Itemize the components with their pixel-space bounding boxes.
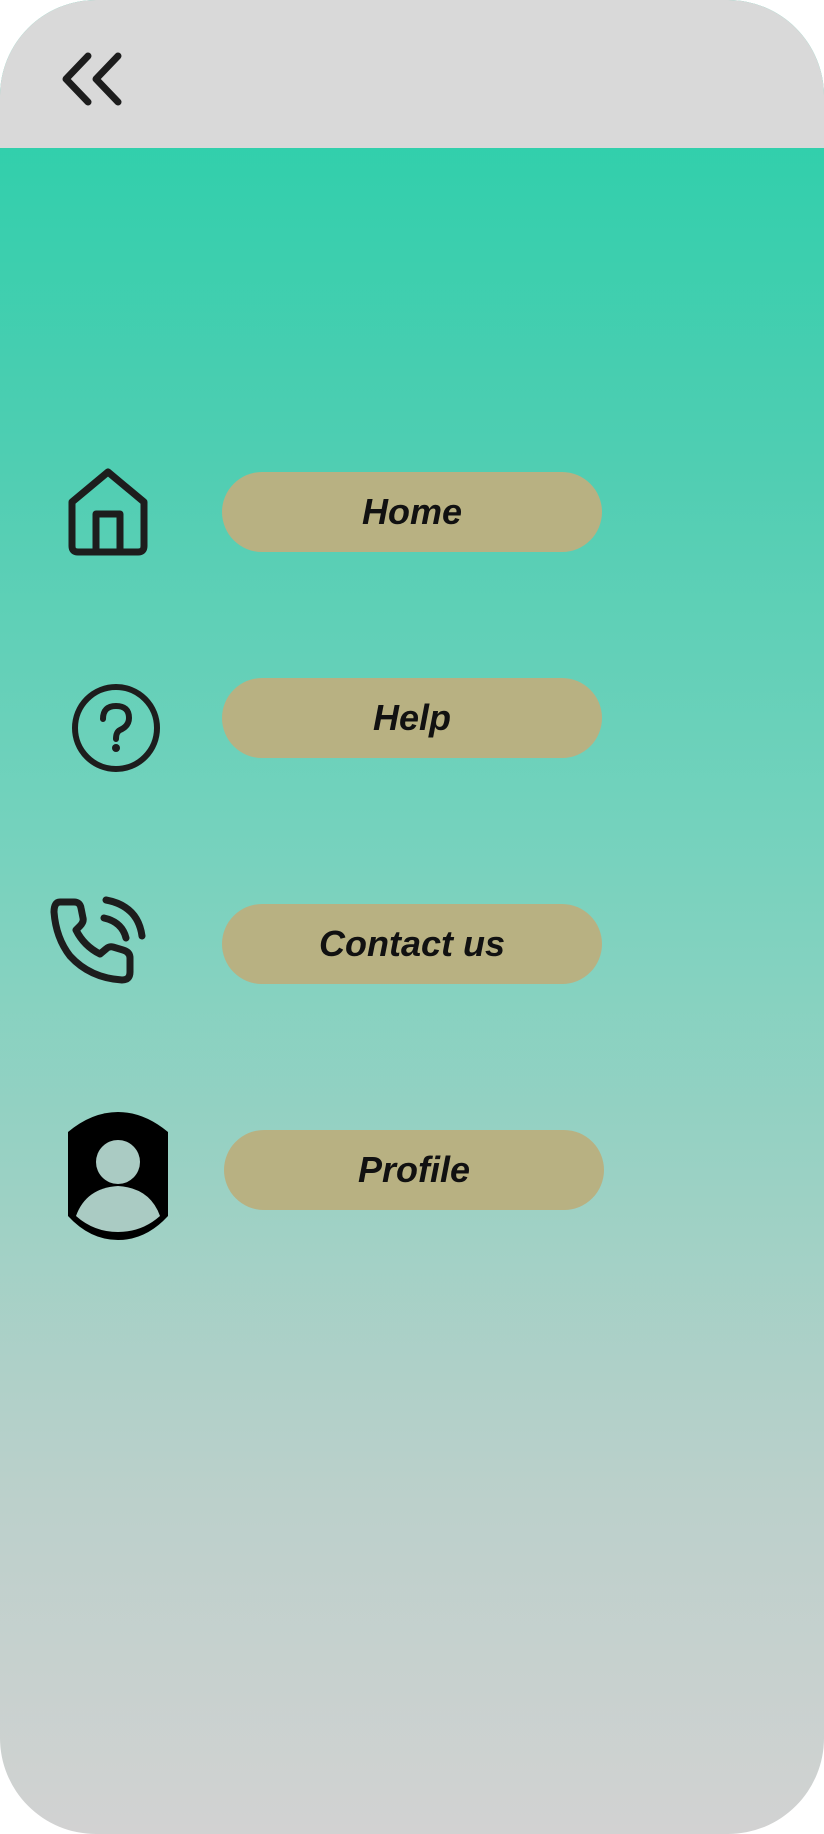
menu-item-help[interactable]: Help — [222, 678, 602, 758]
menu-screen: Home Help Contact us Profile — [0, 0, 824, 1834]
phone-call-icon — [50, 894, 146, 990]
home-icon — [66, 466, 150, 558]
menu-item-home[interactable]: Home — [222, 472, 602, 552]
menu-item-label: Profile — [357, 1149, 471, 1190]
help-circle-icon — [70, 682, 162, 774]
menu-item-label: Help — [372, 697, 451, 738]
top-bar — [0, 0, 824, 148]
double-chevron-left-icon — [62, 52, 122, 106]
menu-item-label: Contact us — [318, 923, 505, 964]
back-button[interactable] — [58, 50, 126, 108]
menu-item-profile[interactable]: Profile — [224, 1130, 604, 1210]
menu-item-contact-us[interactable]: Contact us — [222, 904, 602, 984]
user-avatar-icon — [66, 1112, 170, 1240]
menu-item-label: Home — [361, 491, 463, 532]
